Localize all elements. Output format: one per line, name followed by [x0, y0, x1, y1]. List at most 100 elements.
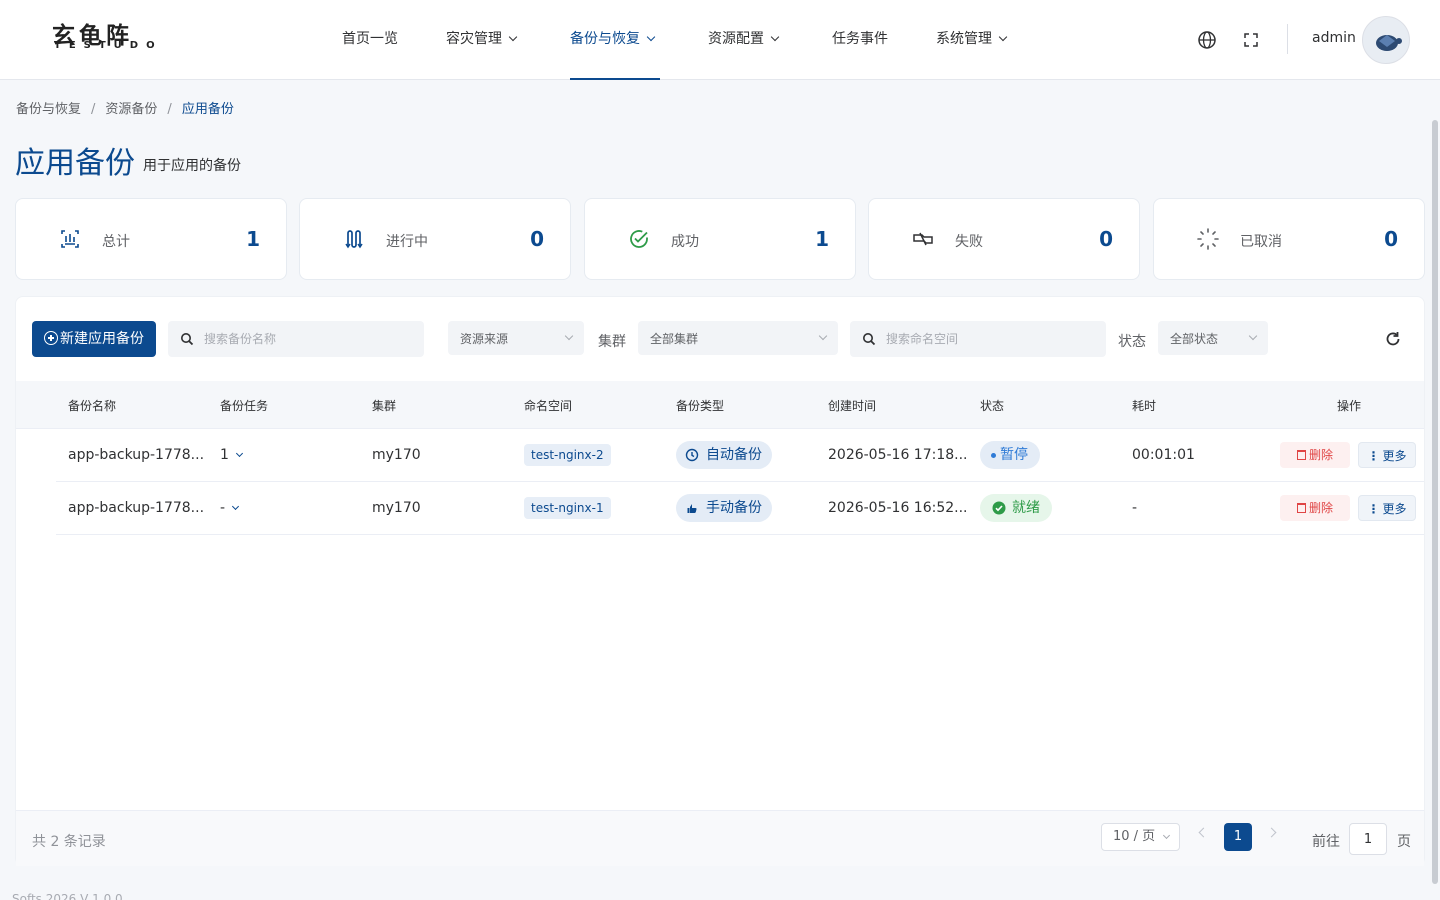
cluster-select[interactable]: 全部集群: [638, 321, 838, 355]
page-number-current[interactable]: 1: [1224, 823, 1252, 851]
status-text: 暂停: [1000, 447, 1028, 463]
chevron-down-icon: [508, 32, 518, 42]
trash-icon: [1296, 450, 1306, 460]
app-logo[interactable]: 玄龟阵 TESTUDO: [52, 24, 170, 52]
next-page-icon[interactable]: [1266, 827, 1277, 838]
cancelled-icon: [1197, 228, 1219, 250]
table-header: 备份名称 备份任务 集群 命名空间 备份类型 创建时间 状态 耗时 操作: [16, 381, 1424, 429]
chevron-down-icon: [232, 502, 240, 511]
backup-task: -: [220, 500, 226, 516]
goto-label: 前往: [1312, 834, 1340, 850]
chevron-down-icon: [646, 32, 656, 42]
column-header: 备份类型: [676, 399, 725, 413]
breadcrumb-item[interactable]: 资源备份: [105, 102, 157, 117]
backup-type-tag: 自动备份: [676, 441, 772, 469]
cluster: my170: [372, 447, 421, 463]
button-label: 删除: [1308, 448, 1333, 462]
status-label: 状态: [1118, 334, 1146, 350]
search-namespace-input[interactable]: [886, 321, 1086, 357]
breadcrumb-current: 应用备份: [181, 102, 234, 117]
new-app-backup-button[interactable]: 新建应用备份: [32, 321, 156, 357]
nav-item-task-events[interactable]: 任务事件: [832, 0, 888, 80]
button-label: 更多: [1382, 449, 1407, 463]
nav-item-resource-config[interactable]: 资源配置: [708, 0, 780, 80]
check-circle-icon: [992, 501, 1006, 515]
nav-item-home[interactable]: 首页一览: [342, 0, 398, 80]
backup-task-toggle[interactable]: -: [220, 500, 240, 516]
user-name[interactable]: admin: [1312, 30, 1356, 46]
page-subtitle: 用于应用的备份: [143, 158, 241, 174]
stat-label: 总计: [102, 234, 130, 250]
button-label: 更多: [1382, 502, 1407, 516]
search-name-input[interactable]: [204, 321, 404, 357]
breadcrumb-separator: /: [91, 102, 96, 117]
more-button[interactable]: ⋮ 更多: [1358, 495, 1416, 521]
breadcrumb: 备份与恢复 / 资源备份 / 应用备份: [16, 98, 234, 117]
duration: -: [1132, 500, 1138, 516]
column-header: 备份名称: [68, 399, 117, 413]
column-header: 创建时间: [828, 399, 877, 413]
created-time: 2026-05-16 17:18...: [828, 447, 968, 463]
breadcrumb-separator: /: [167, 102, 172, 117]
page-title: 应用备份: [15, 146, 135, 181]
chevron-down-icon: [235, 449, 243, 458]
button-label: 新建应用备份: [60, 331, 144, 347]
turtle-icon: [1376, 35, 1402, 51]
stat-label: 成功: [671, 234, 699, 250]
cluster-label: 集群: [598, 334, 626, 350]
table-row: app-backup-1778... - my170 test-nginx-1 …: [56, 482, 1424, 535]
stat-value: 0: [530, 227, 544, 251]
stat-label: 失败: [955, 234, 983, 250]
stat-label: 进行中: [386, 234, 428, 250]
status-select[interactable]: 全部状态: [1158, 321, 1268, 355]
backup-type: 手动备份: [706, 500, 762, 516]
top-header: 玄龟阵 TESTUDO 首页一览 容灾管理 备份与恢复 资源配置 任务事件 系统…: [0, 0, 1440, 80]
refresh-icon[interactable]: [1384, 330, 1402, 348]
page-scrollbar[interactable]: [1432, 120, 1438, 884]
fullscreen-icon[interactable]: [1242, 31, 1260, 49]
globe-icon[interactable]: [1197, 30, 1217, 50]
namespace-tag: test-nginx-1: [524, 497, 611, 519]
created-time: 2026-05-16 16:52...: [828, 500, 968, 516]
goto-page-input[interactable]: [1349, 823, 1387, 855]
cluster: my170: [372, 500, 421, 516]
more-button[interactable]: ⋮ 更多: [1358, 442, 1416, 468]
page-size-value: 10 / 页: [1113, 829, 1156, 844]
backup-name[interactable]: app-backup-1778...: [68, 447, 204, 463]
select-value: 全部集群: [650, 332, 699, 346]
stat-card-total: 总计 1: [15, 198, 287, 280]
chevron-down-icon: [998, 32, 1008, 42]
backup-task: 1: [220, 447, 229, 463]
page-footer: Softs 2026 V 1.0.0: [12, 892, 123, 900]
backup-type-tag: 手动备份: [676, 494, 772, 522]
delete-button[interactable]: 删除: [1280, 442, 1350, 468]
breadcrumb-item[interactable]: 备份与恢复: [16, 102, 81, 117]
source-select[interactable]: 资源来源: [448, 321, 584, 355]
column-header: 备份任务: [220, 399, 269, 413]
search-icon: [863, 333, 876, 346]
nav-item-system-admin[interactable]: 系统管理: [936, 0, 1008, 80]
delete-button[interactable]: 删除: [1280, 495, 1350, 521]
chevron-down-icon: [818, 331, 828, 341]
prev-page-icon[interactable]: [1198, 827, 1209, 838]
column-header: 耗时: [1132, 399, 1157, 413]
chevron-down-icon: [564, 331, 574, 341]
avatar[interactable]: [1362, 16, 1410, 64]
nav-item-disaster-recovery[interactable]: 容灾管理: [446, 0, 518, 80]
nav-item-backup-restore[interactable]: 备份与恢复: [570, 0, 660, 80]
pagination-bar: 共 2 条记录 10 / 页 1 前往 页: [16, 810, 1424, 866]
backup-name[interactable]: app-backup-1778...: [68, 500, 204, 516]
column-header: 命名空间: [524, 399, 573, 413]
nav-item-label: 资源配置: [708, 31, 764, 47]
chevron-down-icon: [1248, 331, 1258, 341]
stat-card-success: 成功 1: [584, 198, 856, 280]
stat-value: 1: [815, 227, 829, 251]
status-badge: 暂停: [980, 441, 1040, 469]
stat-value: 0: [1384, 227, 1398, 251]
page-size-select[interactable]: 10 / 页: [1101, 823, 1180, 851]
failed-icon: [913, 232, 933, 246]
backup-task-toggle[interactable]: 1: [220, 447, 243, 463]
stat-value: 1: [246, 227, 260, 251]
backup-list-card: 新建应用备份 资源来源 集群 全部集群 状态 全部状态 备份名称 备份任务: [15, 296, 1425, 866]
table-row: app-backup-1778... 1 my170 test-nginx-2 …: [56, 429, 1424, 482]
